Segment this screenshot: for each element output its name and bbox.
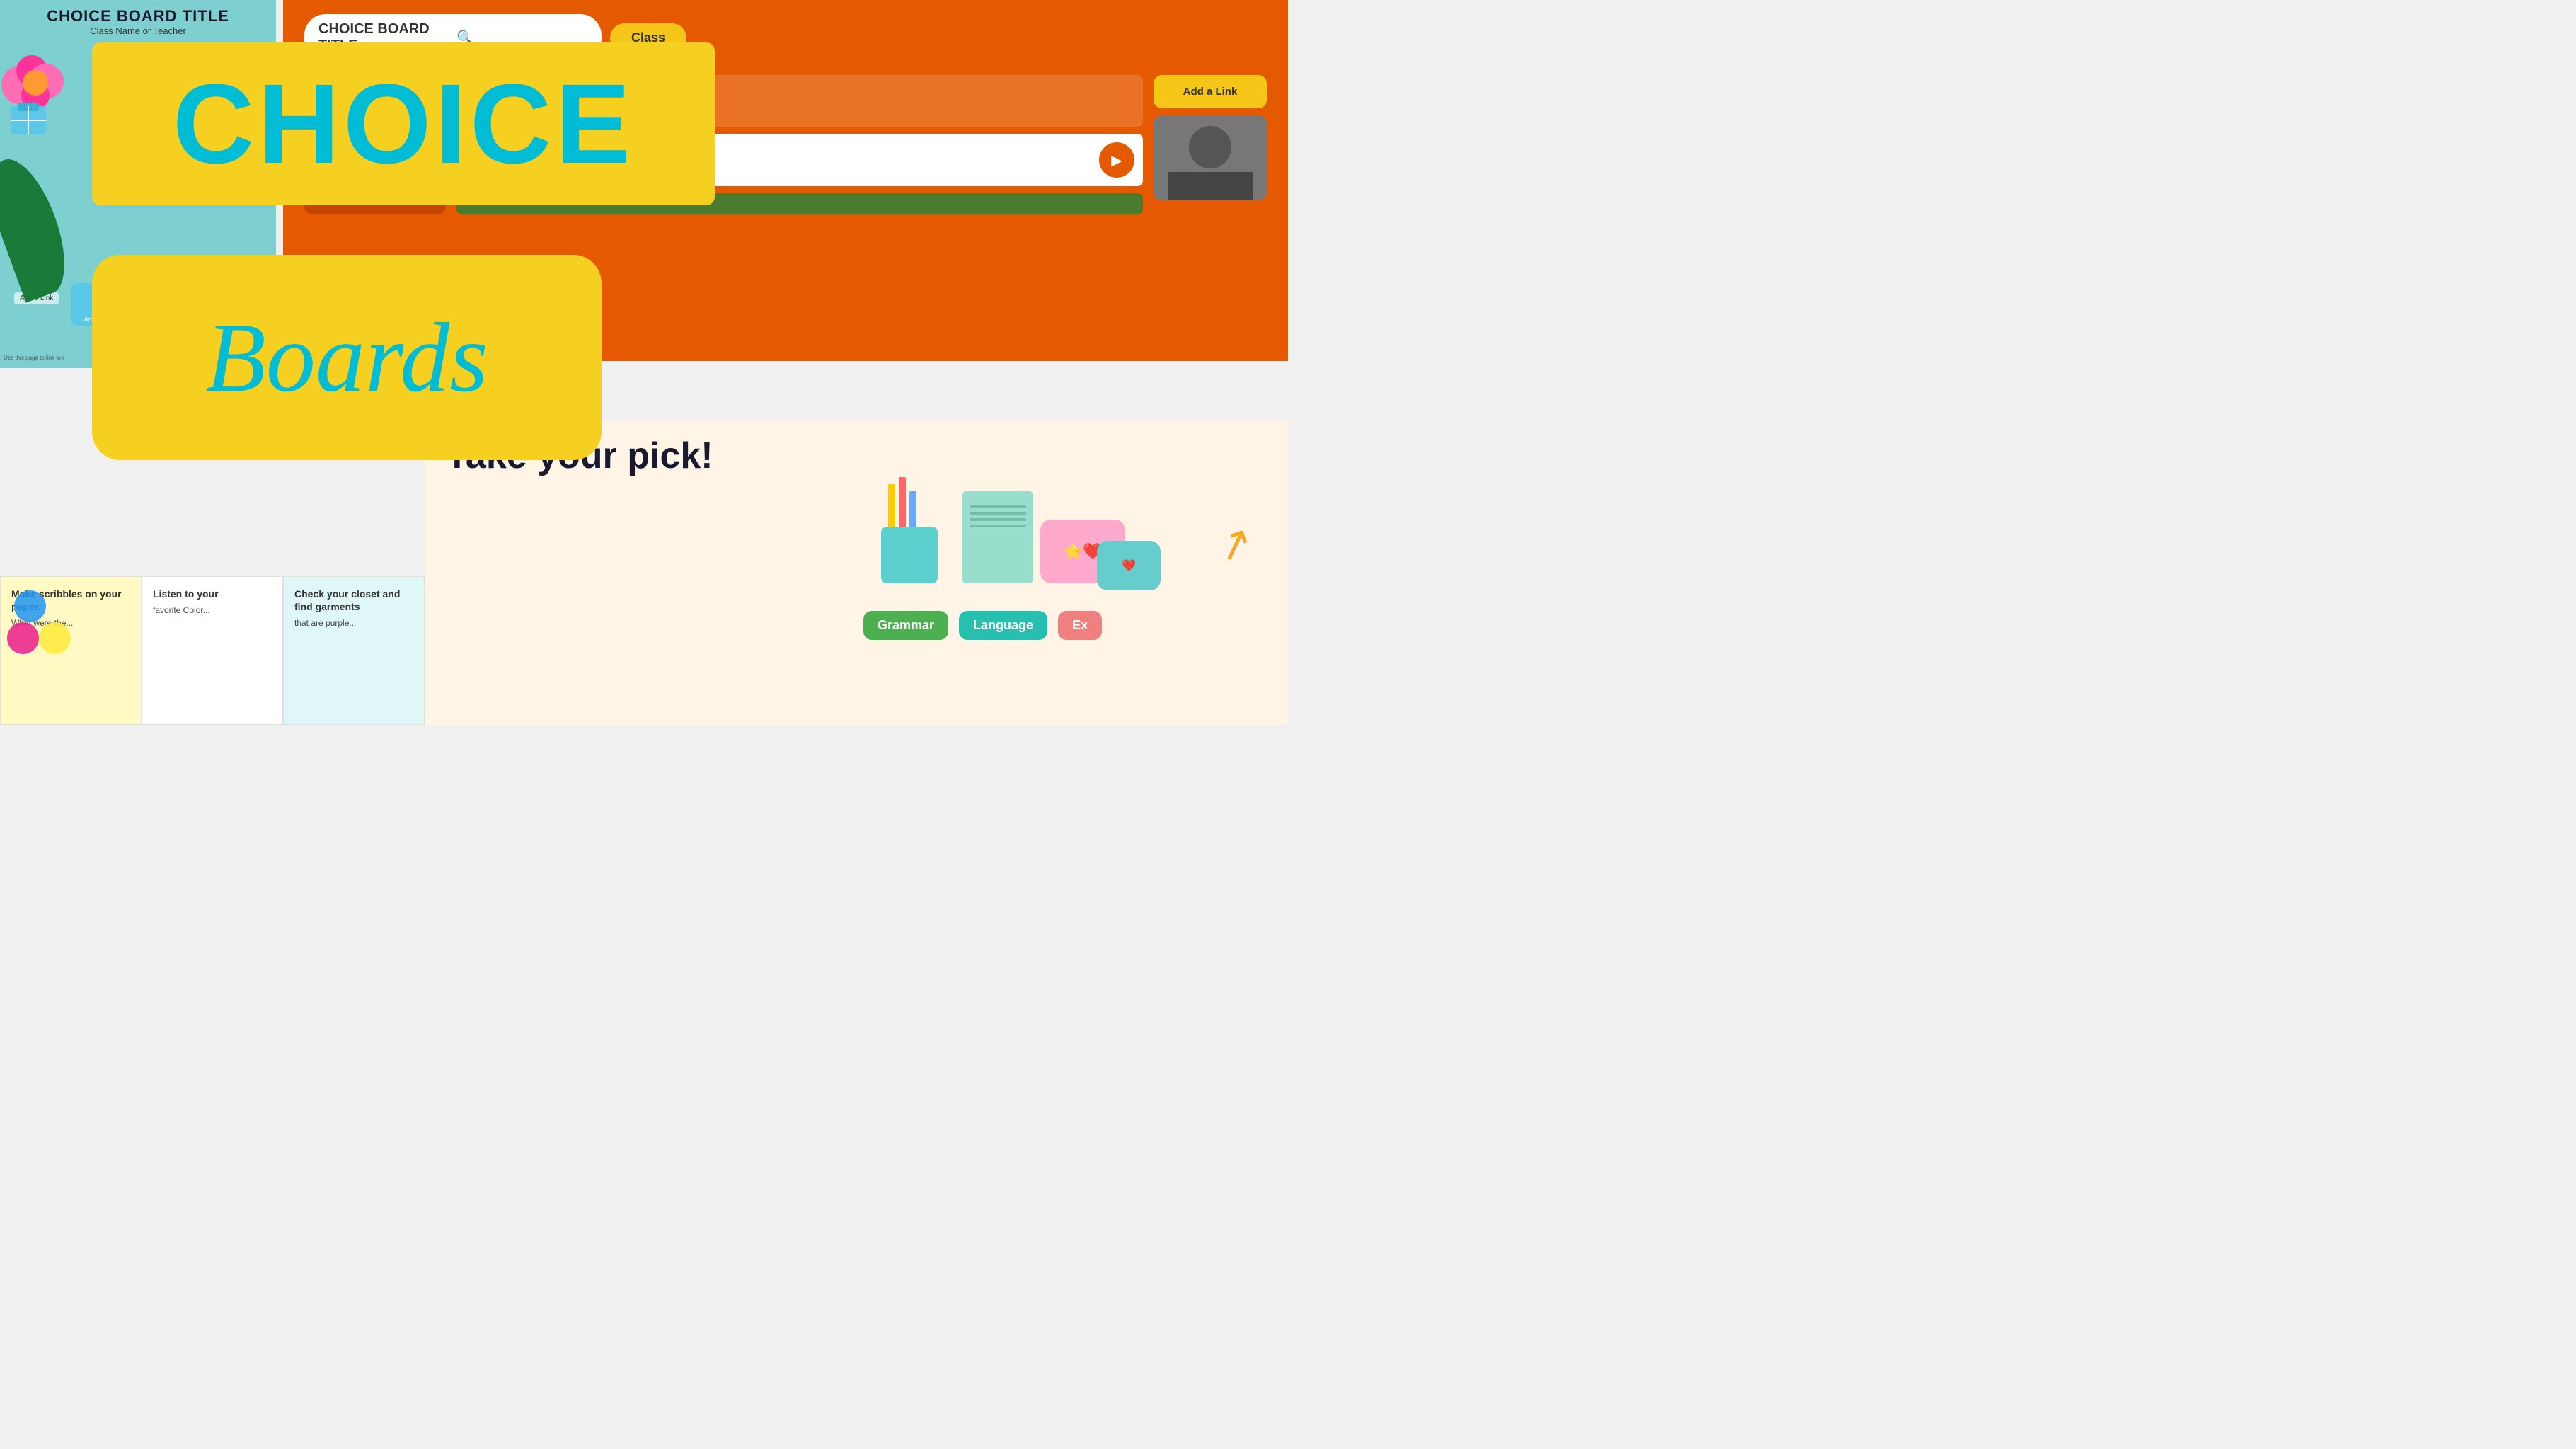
cup-body — [881, 527, 938, 583]
boards-overlay-banner: Boards — [92, 255, 602, 460]
choice-overlay-banner: CHOICE — [92, 42, 715, 205]
heart-icon-2: ❤️ — [1122, 559, 1136, 573]
flower-deco-pink — [0, 42, 81, 149]
choice-text: CHOICE — [173, 67, 634, 181]
main-container: CHOICE BOARD TITLE Class Name or Teacher… — [0, 0, 1288, 725]
color-circles-illustration — [7, 590, 71, 654]
chat-bubbles-illustration: ⭐ ❤️ ❤️ — [1040, 520, 1125, 583]
str-yellow-add-link[interactable]: Add a Link — [1154, 75, 1267, 108]
bottom-card-2-title: Listen to your — [153, 588, 272, 600]
ex-card[interactable]: Ex — [1058, 611, 1102, 640]
tl-board-title: CHOICE BOARD TITLE — [0, 7, 276, 25]
chat-bubble-teal: ❤️ — [1097, 541, 1161, 590]
grammar-label: Grammar — [878, 618, 934, 632]
tl-subtitle: Class Name or Teacher — [0, 25, 276, 36]
bottom-card-3-title: Check your closet and find garments — [294, 588, 413, 613]
bottom-card-3-text: that are purple... — [294, 617, 413, 629]
star-icon: ⭐ — [1064, 542, 1083, 561]
notebook-line-4 — [970, 525, 1026, 527]
str-right-section: Add a Link — [1154, 75, 1267, 214]
ex-label: Ex — [1072, 618, 1088, 632]
tl-use-page-text: Use this page to link to r — [4, 355, 64, 361]
language-label: Language — [973, 618, 1033, 632]
notebook-lines — [962, 491, 1033, 534]
bottom-card-2: Listen to your favorite Color... — [142, 576, 283, 725]
play-button[interactable]: ▶ — [1099, 142, 1134, 178]
circle-yellow — [39, 622, 71, 654]
slide-bottom-right: Take your pick! ⭐ ❤️ ❤️ — [425, 420, 1288, 725]
tl-header: CHOICE BOARD TITLE Class Name or Teacher — [0, 0, 276, 36]
notebook-line-3 — [970, 518, 1026, 521]
boards-text: Boards — [205, 301, 488, 415]
notebook-line-1 — [970, 505, 1026, 508]
notebook-illustration — [962, 491, 1033, 583]
bottom-card-2-text: favorite Color... — [153, 605, 272, 617]
subject-cards: Grammar Language Ex — [863, 611, 1102, 640]
person-image-2 — [1154, 115, 1267, 200]
green-leaf-deco — [0, 150, 79, 302]
language-card[interactable]: Language — [959, 611, 1047, 640]
circle-blue — [14, 590, 46, 622]
notebook-line-2 — [970, 512, 1026, 515]
grammar-card[interactable]: Grammar — [863, 611, 948, 640]
bottom-card-3: Check your closet and find garments that… — [283, 576, 425, 725]
pencil-cup-illustration — [863, 470, 955, 583]
circle-red — [7, 622, 39, 654]
arrow-decoration: ↗ — [1209, 515, 1260, 574]
